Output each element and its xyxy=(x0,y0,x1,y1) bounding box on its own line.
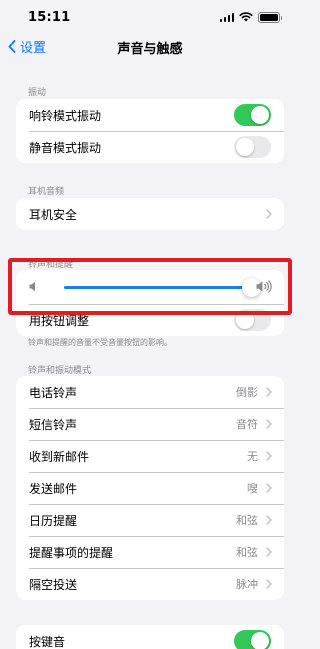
status-bar: 15:11 xyxy=(0,0,300,34)
row-value: 和弦 xyxy=(236,514,258,527)
status-icons xyxy=(219,11,282,23)
toggle-knob xyxy=(251,106,269,124)
section-header-vibration: 振动 xyxy=(28,88,47,98)
pattern-row[interactable]: 发送邮件 嗖 xyxy=(16,472,284,504)
row-label: 电话铃声 xyxy=(29,385,78,400)
pattern-row[interactable]: 收到新邮件 无 xyxy=(16,440,284,472)
row-value: 音符 xyxy=(236,418,258,431)
toggle-knob xyxy=(236,138,254,156)
section-header-patterns: 铃声和振动模式 xyxy=(28,366,92,376)
silent-vibrate-toggle[interactable] xyxy=(234,136,271,158)
keyboard-clicks-toggle[interactable] xyxy=(234,630,271,649)
patterns-group: 电话铃声 倒影 短信铃声 音符 收到新邮件无发送邮件嗖日历提醒 和弦 提醒事项的提醒 和弦 隔空… xyxy=(16,376,284,600)
vibration-group: 响铃模式振动 静音模式振动 xyxy=(16,99,284,163)
pattern-row[interactable]: 日历提醒 和弦 xyxy=(16,504,284,536)
chevron-right-icon xyxy=(266,547,272,557)
ringer-footnote: 铃声和提醒的音量不受音量按钮的影响。 xyxy=(28,338,172,347)
row-label: 发送邮件 xyxy=(29,481,78,496)
row-label: 按键音 xyxy=(29,634,66,649)
ring-vibrate-toggle[interactable] xyxy=(234,104,271,126)
keyboard-clicks-row: 按键音 xyxy=(16,625,284,649)
headphone-safety-row[interactable]: 耳机安全 xyxy=(16,198,284,230)
row-label: 提醒事项的提醒 xyxy=(29,545,114,560)
silent-vibrate-row: 静音模式振动 xyxy=(16,131,284,163)
row-label: 静音模式振动 xyxy=(29,140,102,155)
row-value: 倒影 xyxy=(236,386,258,399)
cellular-signal-icon xyxy=(219,12,234,22)
row-value: 无 xyxy=(247,450,258,463)
chevron-right-icon xyxy=(266,579,272,589)
row-label: 耳机安全 xyxy=(29,207,78,222)
pattern-row[interactable]: 短信铃声 音符 xyxy=(16,408,284,440)
ring-vibrate-row: 响铃模式振动 xyxy=(16,99,284,131)
status-time: 15:11 xyxy=(28,9,71,25)
row-label: 隔空投送 xyxy=(29,577,78,592)
wifi-icon xyxy=(239,12,253,22)
chevron-right-icon xyxy=(266,209,272,219)
row-label: 日历提醒 xyxy=(29,513,78,528)
row-value: 嗖 xyxy=(247,482,258,495)
pattern-row[interactable]: 提醒事项的提醒 和弦 xyxy=(16,536,284,568)
keyboard-group: 按键音 xyxy=(16,625,284,649)
pattern-row[interactable]: 隔空投送 脉冲 xyxy=(16,568,284,600)
highlight-box xyxy=(8,258,292,315)
battery-icon xyxy=(258,11,282,23)
row-label: 收到新邮件 xyxy=(29,449,90,464)
section-header-headphone: 耳机音频 xyxy=(28,187,65,197)
chevron-right-icon xyxy=(266,515,272,525)
row-label: 响铃模式振动 xyxy=(29,108,102,123)
toggle-knob xyxy=(251,632,269,649)
pattern-row[interactable]: 电话铃声 倒影 xyxy=(16,376,284,408)
chevron-right-icon xyxy=(266,419,272,429)
chevron-right-icon xyxy=(266,483,272,493)
row-value: 和弦 xyxy=(236,546,258,559)
row-value: 脉冲 xyxy=(236,578,258,591)
chevron-right-icon xyxy=(266,387,272,397)
chevron-right-icon xyxy=(266,451,272,461)
headphone-group: 耳机安全 xyxy=(16,198,284,230)
navigation-bar: 设置 声音与触感 xyxy=(0,34,300,60)
row-label: 短信铃声 xyxy=(29,417,78,432)
page-title: 声音与触感 xyxy=(117,42,183,57)
